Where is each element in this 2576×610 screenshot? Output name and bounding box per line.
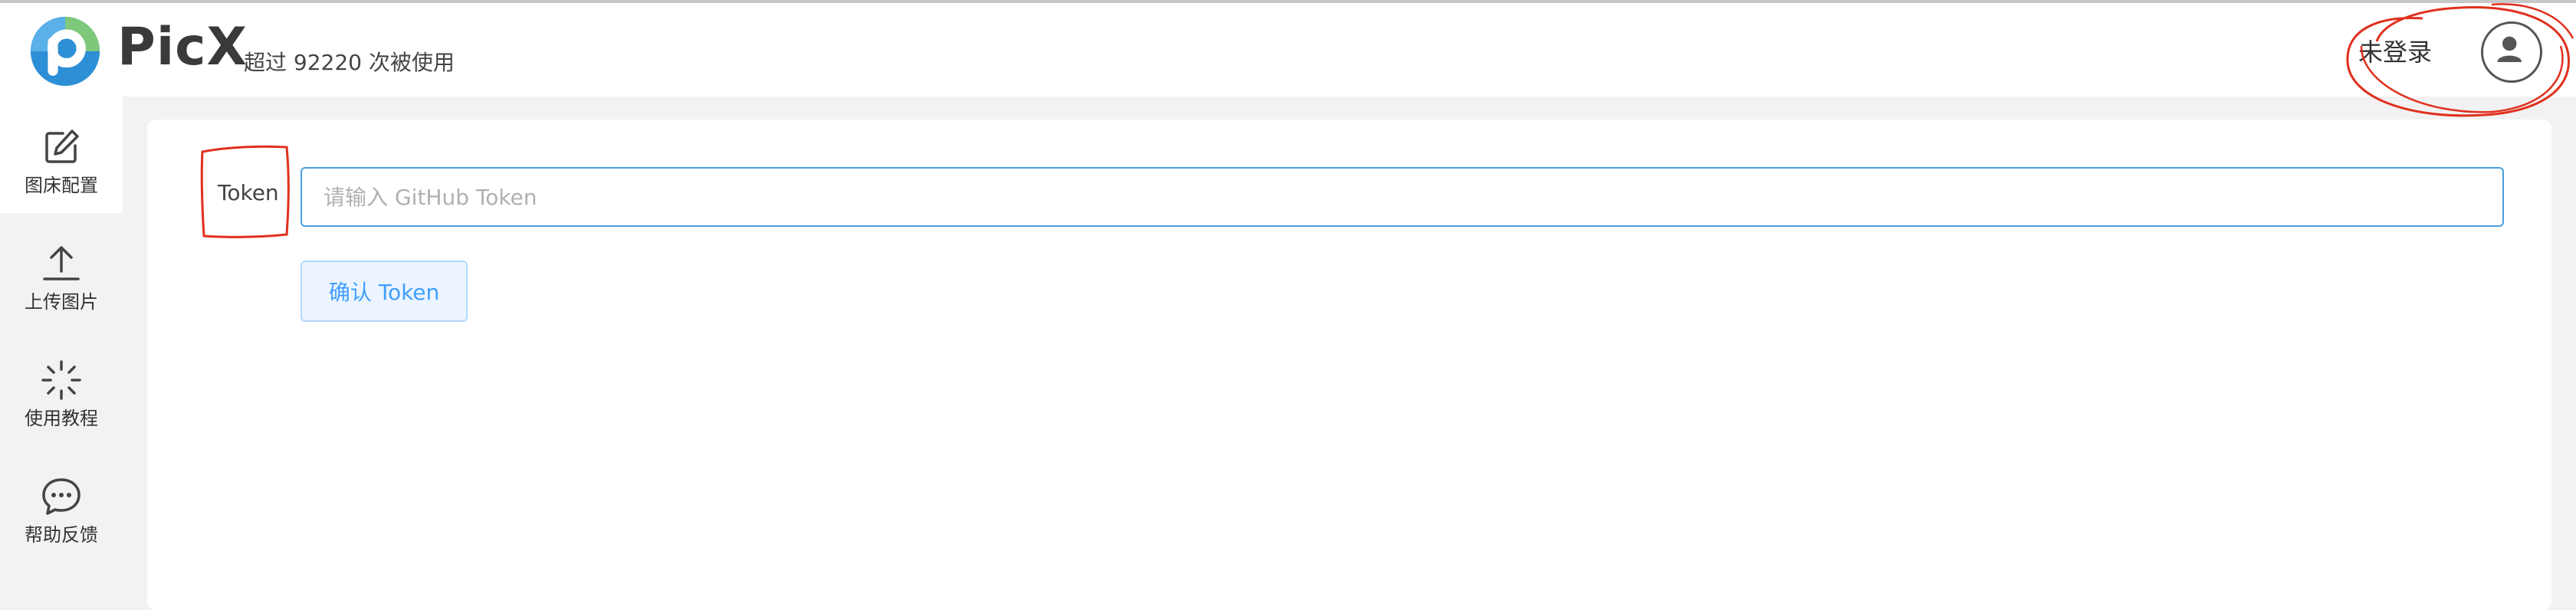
sidebar-item-tutorial[interactable]: 使用教程 [0,330,123,446]
sidebar-item-label: 帮助反馈 [25,524,98,546]
user-area[interactable]: 未登录 [2343,18,2542,87]
sidebar: 图床配置 上传图片 使用教程 帮助反馈 [0,97,123,587]
avatar[interactable] [2481,21,2542,83]
sidebar-item-label: 使用教程 [25,408,98,429]
main-panel: Token 确认 Token [147,120,2551,610]
edit-icon [45,130,79,163]
token-label: Token [218,180,279,205]
sidebar-item-label: 图床配置 [25,175,98,196]
user-icon [2497,36,2522,62]
sidebar-item-upload-image[interactable]: 上传图片 [0,213,123,330]
chat-bubble-icon [42,478,80,515]
sidebar-item-image-host-config[interactable]: 图床配置 [0,97,123,213]
header: PicX 超过 92220 次被使用 未登录 [0,3,2576,97]
usage-count: 超过 92220 次被使用 [244,50,455,75]
picx-logo-icon[interactable] [29,15,101,87]
sidebar-item-help-feedback[interactable]: 帮助反馈 [0,446,123,562]
login-status[interactable]: 未登录 [2358,37,2432,67]
confirm-token-button[interactable]: 确认 Token [301,261,468,322]
brand-name: PicX [117,17,248,77]
spinner-icon [41,360,81,400]
upload-icon [43,246,80,280]
token-input[interactable] [301,167,2504,227]
sidebar-item-label: 上传图片 [25,291,98,313]
